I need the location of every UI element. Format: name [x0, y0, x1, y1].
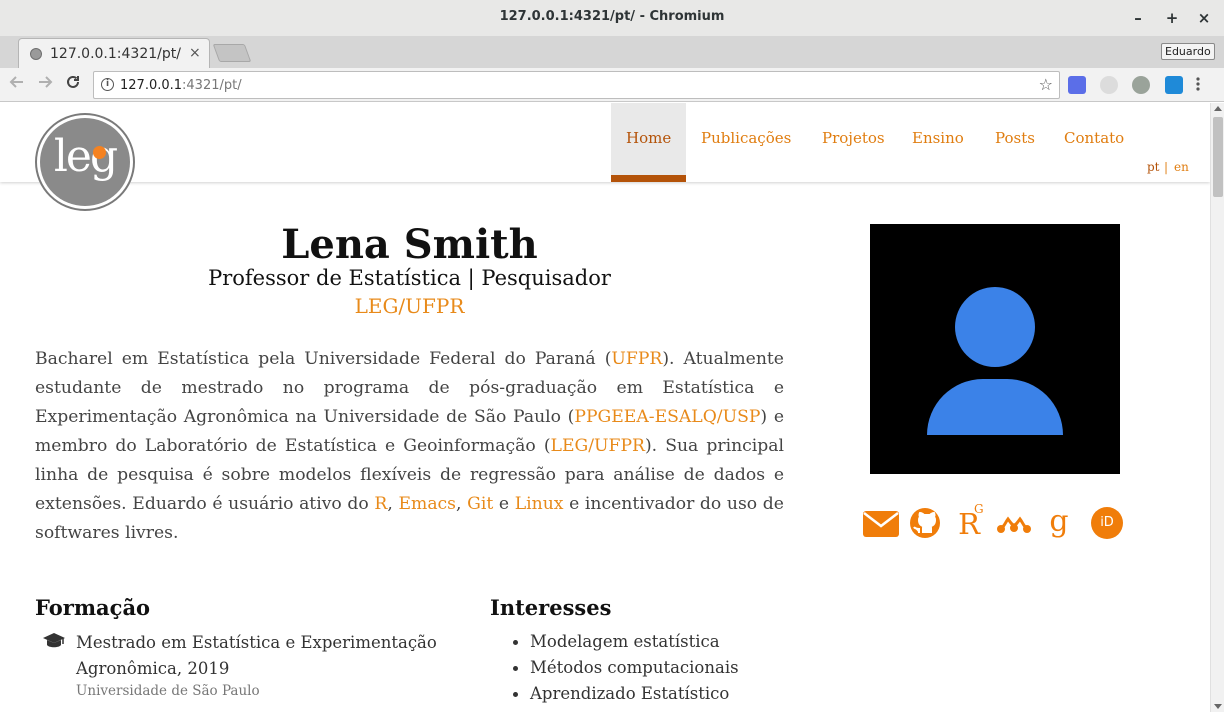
- reload-icon: [67, 75, 79, 88]
- lang-pt[interactable]: pt: [1147, 160, 1160, 174]
- window-extension-icon[interactable]: [1165, 76, 1183, 94]
- profile-org-link[interactable]: LEG/UFPR: [35, 294, 784, 318]
- lang-separator: |: [1164, 160, 1169, 174]
- nav-posts[interactable]: Posts: [995, 129, 1035, 147]
- forward-button[interactable]: [33, 73, 57, 97]
- site-header: Home Publicações Projetos Ensino Posts C…: [0, 103, 1210, 182]
- logo-text: leg: [53, 131, 118, 182]
- link-ppgeea[interactable]: PPGEEA-ESALQ/USP: [574, 407, 760, 427]
- arrow-left-icon: [9, 76, 23, 88]
- tab-strip: 127.0.0.1:4321/pt/ × Eduardo: [0, 36, 1224, 68]
- star-icon[interactable]: ☆: [1039, 75, 1053, 94]
- bio-paragraph: Bacharel em Estatística pela Universidad…: [35, 349, 785, 543]
- interest-item: Aprendizado Estatístico: [511, 681, 739, 707]
- window-titlebar: 127.0.0.1:4321/pt/ - Chromium – + ×: [0, 0, 1224, 36]
- link-r[interactable]: R: [374, 494, 387, 514]
- minimize-button[interactable]: –: [1128, 8, 1148, 28]
- tab-close-button[interactable]: ×: [189, 45, 201, 61]
- interest-item: Métodos computacionais: [511, 655, 739, 681]
- back-button[interactable]: [5, 73, 29, 97]
- browser-tab[interactable]: 127.0.0.1:4321/pt/ ×: [18, 38, 210, 68]
- link-git[interactable]: Git: [467, 494, 493, 514]
- nav-home[interactable]: Home: [626, 129, 671, 147]
- page-scrollbar[interactable]: [1210, 103, 1224, 712]
- interest-item: Modelagem estatística: [511, 629, 739, 655]
- link-linux[interactable]: Linux: [515, 494, 564, 514]
- menu-icon[interactable]: [1196, 76, 1200, 94]
- education-heading: Formação: [35, 595, 151, 620]
- interests-list: Modelagem estatística Métodos computacio…: [511, 629, 739, 707]
- scroll-up-arrow[interactable]: [1214, 106, 1222, 111]
- nav-publicacoes[interactable]: Publicações: [701, 129, 791, 147]
- lang-en[interactable]: en: [1174, 160, 1189, 174]
- avatar-body: [927, 379, 1063, 435]
- translate-extension-icon[interactable]: [1068, 76, 1086, 94]
- tab-title: 127.0.0.1:4321/pt/: [50, 46, 181, 62]
- profile-button[interactable]: Eduardo: [1161, 43, 1215, 60]
- url-text[interactable]: 127.0.0.1:4321/pt/: [120, 78, 242, 93]
- envelope-icon[interactable]: [862, 506, 900, 542]
- scroll-down-arrow[interactable]: [1214, 704, 1222, 709]
- mendeley-icon[interactable]: [995, 506, 1033, 542]
- logo-dot: [93, 146, 106, 159]
- researchgate-icon[interactable]: RG: [950, 502, 988, 542]
- site-logo[interactable]: leg: [35, 113, 135, 211]
- nav-projetos[interactable]: Projetos: [822, 129, 885, 147]
- google-scholar-icon[interactable]: g: [1040, 506, 1078, 542]
- profile-role: Professor de Estatística | Pesquisador: [208, 266, 611, 290]
- favicon-icon: [30, 48, 42, 60]
- link-leg-ufpr[interactable]: LEG/UFPR: [551, 436, 645, 456]
- education-institution: Universidade de São Paulo: [76, 683, 260, 699]
- interests-heading: Interesses: [490, 595, 612, 620]
- graduation-cap-icon: [42, 632, 66, 650]
- close-window-button[interactable]: ×: [1194, 8, 1214, 28]
- link-ufpr[interactable]: UFPR: [611, 349, 662, 369]
- new-tab-button[interactable]: [212, 44, 252, 62]
- nav-contato[interactable]: Contato: [1064, 129, 1124, 147]
- nav-ensino[interactable]: Ensino: [912, 129, 964, 147]
- social-links: RG g iD: [862, 502, 1126, 542]
- github-icon[interactable]: [906, 506, 944, 542]
- extension-icon[interactable]: [1100, 76, 1118, 94]
- reload-button[interactable]: [61, 73, 85, 97]
- info-icon[interactable]: i: [101, 78, 114, 91]
- browser-toolbar: i 127.0.0.1:4321/pt/ ☆: [0, 68, 1224, 102]
- link-emacs[interactable]: Emacs: [398, 494, 456, 514]
- window-title: 127.0.0.1:4321/pt/ - Chromium: [499, 9, 725, 24]
- scroll-thumb[interactable]: [1213, 117, 1223, 197]
- profile-name: Lena Smith: [281, 221, 538, 268]
- avatar: [870, 224, 1120, 474]
- arrow-right-icon: [39, 76, 53, 88]
- recycle-extension-icon[interactable]: [1132, 76, 1150, 94]
- orcid-icon[interactable]: iD: [1088, 506, 1126, 542]
- web-page: Home Publicações Projetos Ensino Posts C…: [0, 103, 1210, 712]
- address-bar[interactable]: i 127.0.0.1:4321/pt/ ☆: [93, 71, 1060, 99]
- avatar-head: [955, 287, 1035, 367]
- education-degree: Mestrado em Estatística e Experimentação…: [76, 633, 437, 678]
- maximize-button[interactable]: +: [1162, 8, 1182, 28]
